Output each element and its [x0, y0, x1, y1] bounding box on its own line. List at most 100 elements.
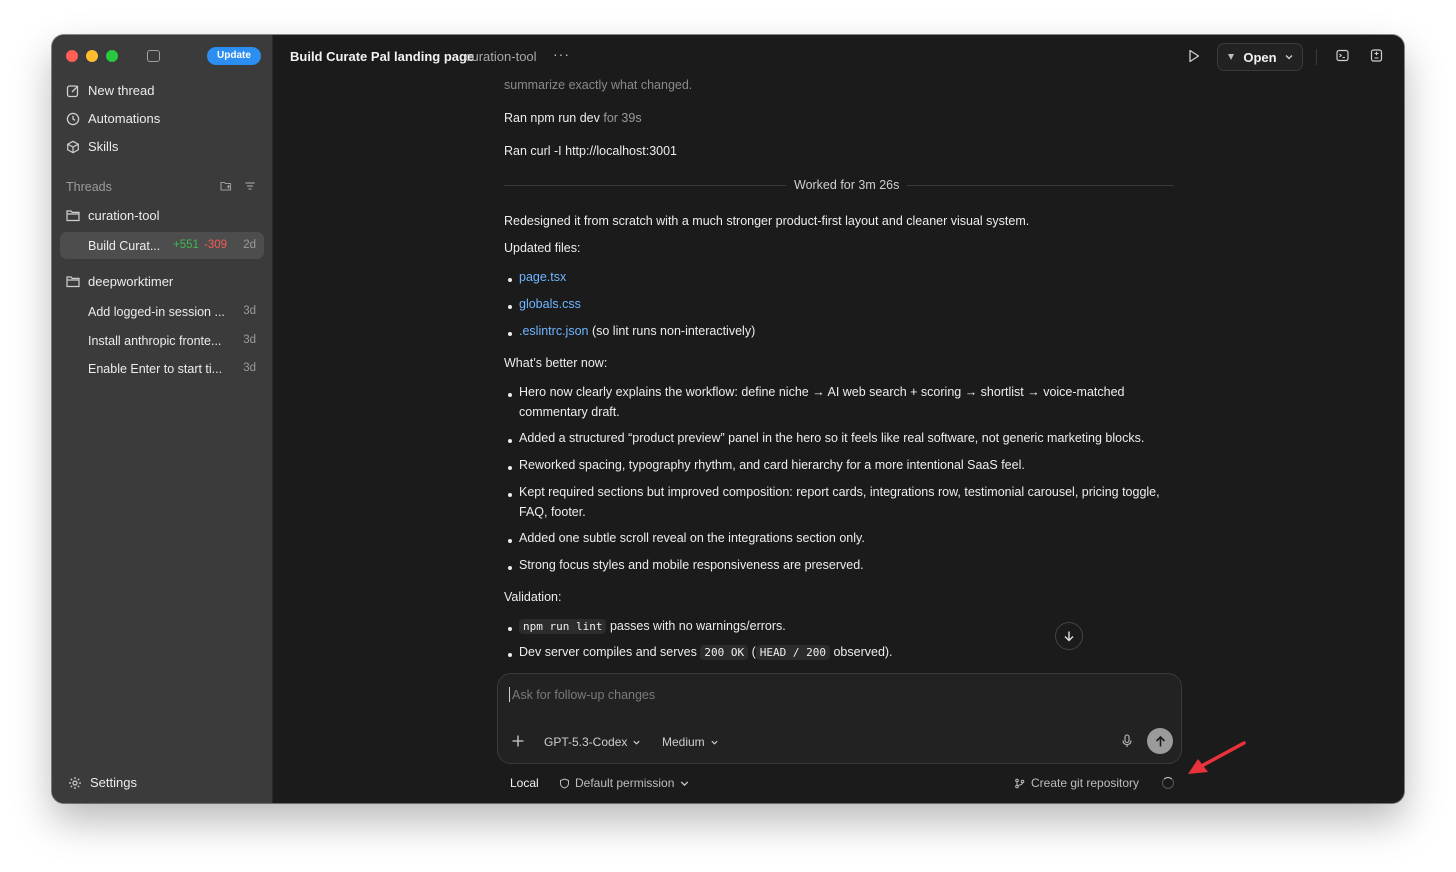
nav-skills[interactable]: Skills	[66, 139, 118, 154]
local-mode-button[interactable]: Local	[510, 776, 539, 790]
bullet	[508, 305, 512, 309]
validation-text: observed).	[833, 645, 893, 659]
play-icon[interactable]	[1188, 49, 1200, 63]
git-label: Create git repository	[1031, 776, 1140, 790]
new-folder-icon[interactable]	[220, 180, 232, 192]
scroll-to-bottom-button[interactable]	[1055, 622, 1083, 650]
bullet	[508, 278, 512, 282]
sidebar: Update New thread Automations Skills Thr…	[52, 35, 273, 803]
compose-icon	[66, 84, 79, 97]
command-text: Ran npm run dev	[504, 111, 600, 125]
nav-automations[interactable]: Automations	[66, 111, 160, 126]
plus-icon[interactable]	[511, 734, 525, 748]
bullet	[508, 393, 512, 397]
improvement-item: Kept required sections but improved comp…	[519, 485, 1160, 519]
threads-section-label: Threads	[66, 180, 112, 194]
open-button[interactable]: Open	[1217, 43, 1303, 71]
send-button[interactable]	[1147, 728, 1173, 754]
threads-tools	[220, 180, 256, 192]
validation-heading: Validation:	[504, 590, 562, 604]
bullet	[508, 466, 512, 470]
minimize-window-button[interactable]	[86, 50, 98, 62]
thread-age: 3d	[243, 334, 256, 346]
main-panel: Build Curate Pal landing page curation-t…	[273, 35, 1404, 803]
effort-label: Medium	[662, 735, 705, 749]
create-git-repo-button[interactable]: Create git repository	[1014, 776, 1139, 790]
file-link[interactable]: .eslintrc.json	[519, 324, 588, 338]
diff-panel-icon[interactable]	[1370, 49, 1383, 62]
inline-code: HEAD / 200	[755, 645, 830, 660]
project-curation-tool[interactable]: curation-tool	[66, 208, 160, 223]
bullet	[508, 493, 512, 497]
summary-intro: Redesigned it from scratch with a much s…	[504, 214, 1030, 228]
command-run[interactable]: Ran npm run dev for 39s	[504, 111, 642, 125]
gear-icon	[69, 776, 81, 789]
file-link[interactable]: page.tsx	[519, 270, 566, 284]
effort-selector[interactable]: Medium	[662, 735, 719, 749]
validation-text: Dev server compiles and serves	[519, 645, 697, 659]
terminal-icon[interactable]	[1336, 49, 1349, 62]
nav-label: Automations	[88, 111, 161, 126]
thread-title-header: Build Curate Pal landing page	[290, 49, 475, 64]
chevron-down-icon	[1285, 55, 1293, 60]
thread-item[interactable]: Build Curat... +551 -309 2d	[60, 232, 264, 259]
inline-code: npm run lint	[519, 619, 607, 634]
close-window-button[interactable]	[66, 50, 78, 62]
zoom-window-button[interactable]	[106, 50, 118, 62]
thread-item[interactable]: Enable Enter to start ti... 3d	[60, 355, 264, 382]
header-divider	[1316, 49, 1317, 65]
filter-icon[interactable]	[244, 180, 256, 192]
validation-text: passes with no warnings/errors.	[609, 619, 786, 633]
cube-icon	[67, 140, 79, 153]
more-options-button[interactable]: ···	[553, 46, 570, 62]
model-selector[interactable]: GPT-5.3-Codex	[544, 735, 641, 749]
thread-title: Add logged-in session ...	[88, 305, 225, 319]
sidebar-toggle-icon[interactable]	[147, 50, 160, 62]
project-name: curation-tool	[88, 208, 160, 223]
nav-new-thread[interactable]: New thread	[66, 83, 154, 98]
improvement-item: Added a structured “product preview” pan…	[519, 431, 1145, 445]
microphone-icon[interactable]	[1121, 734, 1133, 748]
permission-selector[interactable]: Default permission	[559, 776, 690, 790]
folder-icon	[66, 276, 80, 288]
composer: GPT-5.3-Codex Medium	[497, 673, 1182, 764]
improvement-item: Added one subtle scroll reveal on the in…	[519, 531, 865, 545]
inline-code: 200 OK	[700, 645, 749, 660]
nav-label: Skills	[88, 139, 119, 154]
file-item: page.tsx	[519, 268, 1179, 288]
bullet	[508, 332, 512, 336]
lines-added-count: +551	[173, 239, 199, 251]
updated-files-heading: Updated files:	[504, 241, 581, 255]
settings-label: Settings	[90, 775, 137, 790]
window-controls	[66, 50, 118, 62]
bullet	[508, 627, 512, 631]
file-item: .eslintrc.json (so lint runs non-interac…	[519, 322, 1179, 342]
thread-title: Install anthropic fronte...	[88, 334, 222, 348]
command-run[interactable]: Ran curl -I http://localhost:3001	[504, 144, 677, 158]
shield-icon	[560, 777, 569, 789]
project-name: deepworktimer	[88, 274, 174, 289]
bullet	[508, 539, 512, 543]
thread-item[interactable]: Install anthropic fronte... 3d	[60, 327, 264, 354]
follow-up-input[interactable]	[510, 687, 1154, 703]
header-project-name[interactable]: curation-tool	[465, 49, 537, 64]
bullet	[508, 439, 512, 443]
folder-icon	[66, 210, 80, 222]
thread-item[interactable]: Add logged-in session ... 3d	[60, 298, 264, 325]
permission-label: Default permission	[575, 776, 675, 790]
lines-removed-count: -309	[204, 239, 228, 251]
improvements-heading: What’s better now:	[504, 356, 608, 370]
faded-message-line: summarize exactly what changed.	[504, 78, 693, 92]
file-link[interactable]: globals.css	[519, 297, 581, 311]
thread-age: 2d	[243, 239, 256, 251]
worked-for-label[interactable]: Worked for 3m 26s	[786, 178, 908, 192]
text-caret	[509, 687, 510, 702]
arrow-up-icon	[1155, 735, 1165, 746]
settings-button[interactable]: Settings	[68, 775, 137, 790]
project-deepworktimer[interactable]: deepworktimer	[66, 274, 173, 289]
improvement-item: Reworked spacing, typography rhythm, and…	[519, 458, 1025, 472]
update-button[interactable]: Update	[207, 47, 261, 65]
thread-title: Enable Enter to start ti...	[88, 362, 223, 376]
chevron-down-icon	[711, 740, 718, 745]
bullet	[508, 653, 512, 657]
